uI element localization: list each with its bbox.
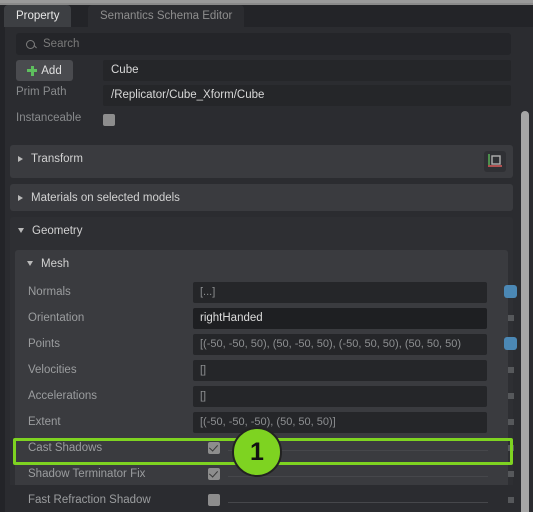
property-label: Extent [28,416,61,428]
tab-semantics-schema-editor[interactable]: Semantics Schema Editor [88,5,245,27]
property-row: Velocities [] [15,358,514,384]
chevron-right-icon [18,155,23,162]
prim-path-field[interactable]: /Replicator/Cube_Xform/Cube [103,85,511,106]
subsection-mesh-label: Mesh [41,257,70,270]
property-checkbox[interactable] [208,468,220,480]
property-row: Accelerations [] [15,384,514,410]
chevron-down-icon [27,261,33,266]
section-geometry-label: Geometry [32,224,83,237]
vertical-scrollbar-thumb[interactable] [521,111,529,512]
array-value-indicator[interactable] [504,337,517,350]
property-label: Points [28,338,60,350]
property-label: Accelerations [28,390,98,402]
chevron-right-icon [18,194,23,201]
property-value-field[interactable]: [(-50, -50, 50), (50, -50, 50), (-50, 50… [193,334,487,355]
instanceable-checkbox[interactable] [103,114,115,126]
property-state-indicator[interactable] [508,419,514,425]
prim-name-field[interactable]: Cube [103,60,511,81]
add-button[interactable]: Add [16,60,73,81]
property-row: Points [(-50, -50, 50), (50, -50, 50), (-… [15,332,517,358]
property-label: Fast Refraction Shadow [28,494,151,506]
axis-gizmo-icon[interactable] [484,151,506,172]
row-connector-line [228,476,488,477]
property-label: Shadow Terminator Fix [28,468,146,480]
left-edge-strip [0,27,5,512]
property-value-field[interactable]: [...] [193,282,487,303]
property-row: Normals [...] [15,280,517,306]
search-placeholder: Search [43,38,80,50]
property-label: Orientation [28,312,85,324]
search-input[interactable]: Search [16,33,511,55]
section-transform[interactable]: Transform [10,145,513,178]
vertical-scrollbar-track[interactable] [517,55,533,512]
tab-strip: Property Semantics Schema Editor [0,5,533,27]
array-value-indicator[interactable] [504,285,517,298]
property-state-indicator[interactable] [508,393,514,399]
property-row: Orientation rightHanded [15,306,514,332]
property-value-field[interactable]: [] [193,386,487,407]
property-row: Fast Refraction Shadow [15,488,514,512]
search-icon [26,39,35,49]
add-button-label: Add [41,64,62,77]
tab-property[interactable]: Property [4,5,72,27]
property-state-indicator[interactable] [508,445,514,451]
property-value-field[interactable]: [] [193,360,487,381]
prim-path-label: Prim Path [16,86,67,98]
property-checkbox[interactable] [208,494,220,506]
annotation-badge-1: 1 [232,427,282,477]
property-state-indicator[interactable] [508,471,514,477]
section-materials[interactable]: Materials on selected models [10,184,513,211]
property-label: Normals [28,286,71,298]
property-state-indicator[interactable] [508,367,514,373]
property-panel-window: Property Semantics Schema Editor Search … [0,0,533,512]
chevron-down-icon [18,228,24,233]
property-dropdown[interactable]: rightHanded [193,308,487,329]
subsection-mesh-header[interactable]: Mesh [27,250,69,277]
section-materials-header[interactable]: Materials on selected models [10,184,180,211]
window-top-bar-highlight [0,0,533,3]
row-connector-line [228,502,488,503]
instanceable-label: Instanceable [16,112,82,124]
section-transform-header[interactable]: Transform [10,145,83,172]
property-value-field[interactable]: [(-50, -50, -50), (50, 50, 50)] [193,412,487,433]
property-state-indicator[interactable] [508,315,514,321]
property-checkbox[interactable] [208,442,220,454]
property-state-indicator[interactable] [508,497,514,503]
section-materials-label: Materials on selected models [31,191,180,204]
property-label: Velocities [28,364,77,376]
section-geometry-header[interactable]: Geometry [10,217,83,244]
property-label: Cast Shadows [28,442,103,454]
section-transform-label: Transform [31,152,83,165]
plus-icon [27,65,38,76]
